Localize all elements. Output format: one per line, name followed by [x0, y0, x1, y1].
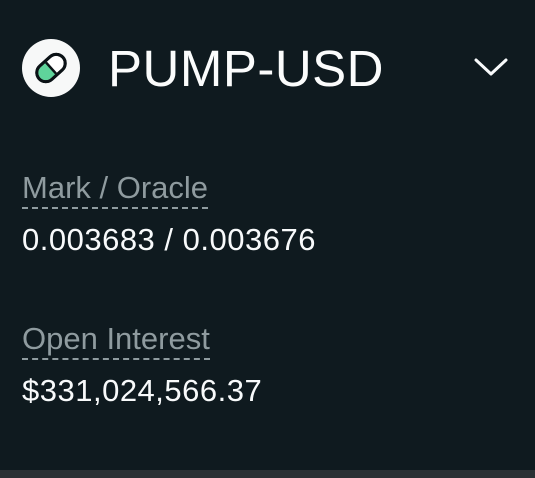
market-dropdown-button[interactable]	[469, 50, 513, 84]
pill-icon	[22, 39, 80, 97]
open-interest-value: $331,024,566.37	[22, 373, 263, 409]
bottom-divider	[0, 470, 535, 478]
market-header: PUMP-USD	[22, 38, 513, 98]
mark-oracle-stat: Mark / Oracle 0.003683 / 0.003676	[22, 170, 316, 258]
mark-oracle-value: 0.003683 / 0.003676	[22, 222, 316, 258]
mark-oracle-label[interactable]: Mark / Oracle	[22, 170, 209, 210]
open-interest-stat: Open Interest $331,024,566.37	[22, 321, 263, 409]
open-interest-label[interactable]: Open Interest	[22, 321, 210, 361]
market-title: PUMP-USD	[108, 39, 385, 97]
chevron-down-icon	[474, 58, 508, 76]
